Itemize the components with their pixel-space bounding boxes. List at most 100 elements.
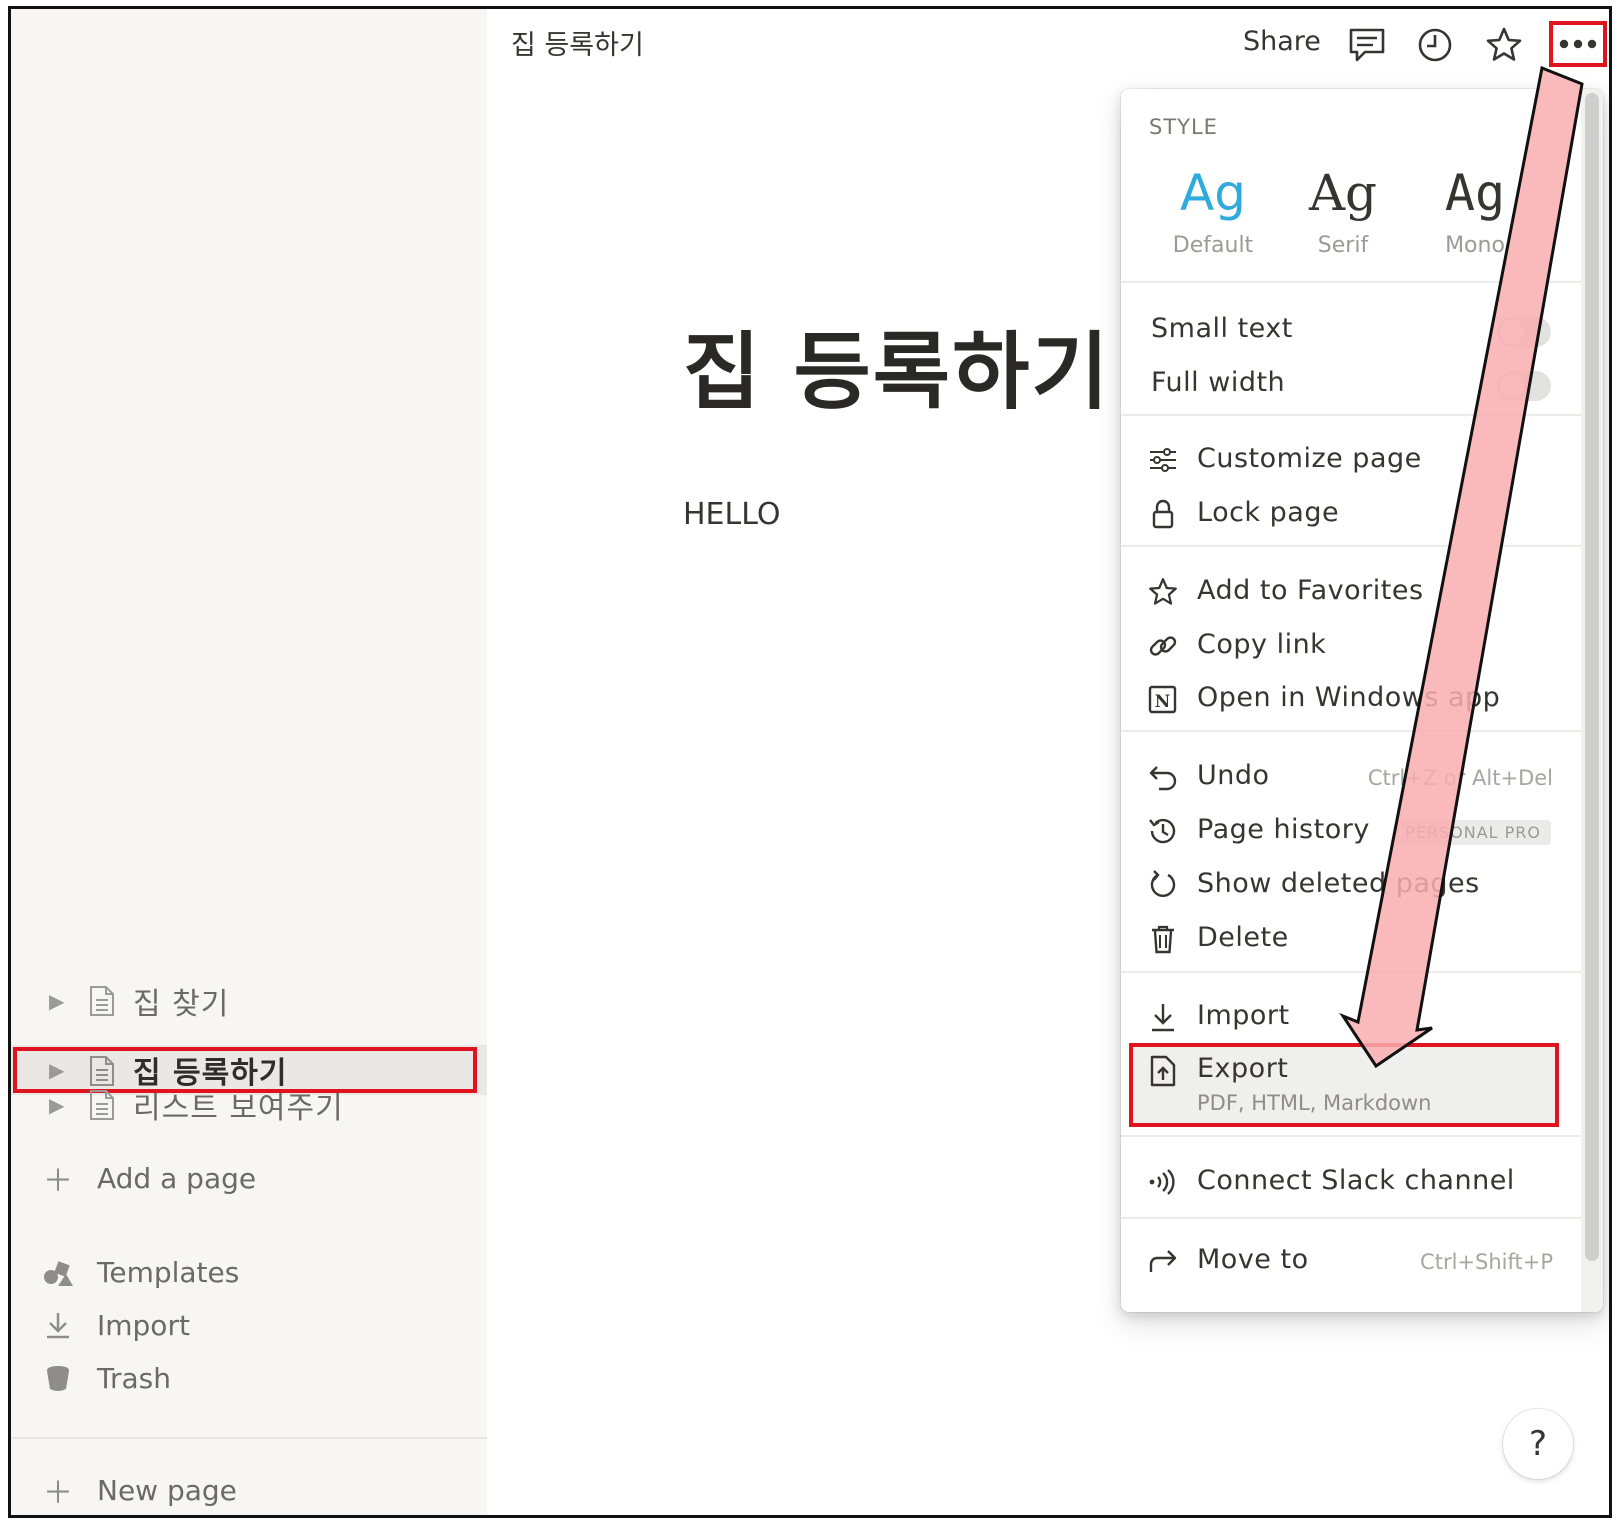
menu-divider — [1121, 414, 1581, 416]
sliders-icon — [1147, 444, 1179, 476]
move-to-label: Move to — [1197, 1244, 1309, 1275]
add-page-button[interactable]: ＋ Add a page — [41, 1155, 256, 1201]
style-name: Default — [1172, 233, 1254, 258]
undo-item[interactable]: Undo Ctrl+Z or Alt+Del — [1121, 752, 1581, 802]
sidebar-page-label: 집 찾기 — [133, 987, 230, 1022]
page-body-text[interactable]: HELLO — [683, 497, 781, 532]
share-button[interactable]: Share — [1243, 26, 1321, 57]
plus-icon: ＋ — [43, 1476, 73, 1511]
lock-page-label: Lock page — [1197, 497, 1340, 528]
move-arrow-icon — [1147, 1245, 1179, 1277]
help-button[interactable]: ? — [1503, 1409, 1573, 1479]
add-page-label: Add a page — [97, 1161, 257, 1195]
clock-icon[interactable] — [1415, 25, 1455, 65]
history-icon — [1147, 815, 1179, 847]
menu-divider — [1121, 730, 1581, 732]
undo-label: Undo — [1197, 760, 1270, 791]
show-deleted-pages-label: Show deleted pages — [1197, 868, 1480, 899]
sidebar-page-item[interactable]: ▶ 집 찾기 — [11, 975, 487, 1027]
menu-divider — [1121, 281, 1581, 283]
import-label: Import — [1197, 1000, 1290, 1031]
copy-link-item[interactable]: Copy link — [1121, 621, 1581, 671]
style-option-mono[interactable]: Ag Mono — [1415, 161, 1535, 258]
menu-divider — [1121, 971, 1581, 973]
small-text-toggle[interactable] — [1497, 317, 1551, 347]
customize-page-item[interactable]: Customize page — [1121, 435, 1581, 485]
templates-button[interactable]: Templates — [41, 1249, 239, 1295]
small-text-label: Small text — [1151, 313, 1293, 344]
full-width-label: Full width — [1151, 367, 1286, 398]
link-icon — [1147, 630, 1179, 662]
show-deleted-pages-item[interactable]: Show deleted pages — [1121, 860, 1581, 910]
page-title[interactable]: 집 등록하기 — [683, 305, 1111, 426]
star-icon — [1147, 576, 1179, 608]
breadcrumb[interactable]: 집 등록하기 — [511, 23, 644, 62]
style-name: Serif — [1317, 233, 1369, 258]
menu-divider — [1121, 1135, 1581, 1137]
trash-icon — [41, 1361, 75, 1395]
star-icon[interactable] — [1484, 25, 1524, 65]
page-doc-icon — [90, 986, 114, 1016]
style-section-label: STYLE — [1149, 115, 1218, 139]
sidebar-divider — [11, 1437, 487, 1439]
menu-scrollbar-track[interactable] — [1581, 89, 1603, 1312]
lock-page-item[interactable]: Lock page — [1121, 489, 1581, 539]
small-text-toggle-row[interactable]: Small text — [1121, 305, 1581, 355]
open-in-windows-app-label: Open in Windows app — [1197, 682, 1501, 713]
full-width-toggle-row[interactable]: Full width — [1121, 359, 1581, 409]
connect-slack-channel-label: Connect Slack channel — [1197, 1165, 1515, 1196]
move-to-shortcut: Ctrl+Shift+P — [1420, 1250, 1553, 1274]
lock-icon — [1147, 498, 1179, 530]
personal-pro-badge: PERSONAL PRO — [1395, 820, 1551, 845]
add-to-favorites-label: Add to Favorites — [1197, 575, 1424, 606]
page-doc-icon — [90, 1090, 114, 1120]
import-label: Import — [97, 1308, 190, 1342]
delete-label: Delete — [1197, 922, 1289, 953]
copy-link-label: Copy link — [1197, 629, 1327, 660]
plus-icon: ＋ — [43, 1164, 73, 1199]
restore-icon — [1147, 869, 1179, 901]
import-button[interactable]: Import — [41, 1302, 190, 1348]
comment-icon[interactable] — [1347, 25, 1387, 65]
style-option-serif[interactable]: Ag Serif — [1283, 161, 1403, 258]
download-icon — [41, 1308, 75, 1342]
connect-slack-channel-item[interactable]: Connect Slack channel — [1121, 1157, 1581, 1207]
templates-label: Templates — [97, 1255, 240, 1289]
undo-icon — [1147, 761, 1179, 793]
page-options-menu: STYLE Ag Default Ag Serif Ag Mono Small … — [1121, 89, 1603, 1312]
style-glyph: Ag — [1308, 164, 1378, 222]
more-icon — [1559, 39, 1597, 49]
export-highlight-box — [1129, 1043, 1559, 1127]
download-icon — [1147, 1001, 1179, 1033]
svg-text:N: N — [1155, 692, 1171, 712]
import-item[interactable]: Import — [1121, 992, 1581, 1042]
menu-scrollbar-thumb[interactable] — [1585, 93, 1599, 1261]
trash-label: Trash — [97, 1361, 171, 1395]
delete-item[interactable]: Delete — [1121, 914, 1581, 964]
new-page-label: New page — [97, 1473, 237, 1507]
trash-icon — [1147, 923, 1179, 955]
add-to-favorites-item[interactable]: Add to Favorites — [1121, 567, 1581, 617]
sidebar-page-item[interactable]: ▶ 리스트 보여주기 — [11, 1079, 487, 1131]
customize-page-label: Customize page — [1197, 443, 1422, 474]
expand-triangle-icon[interactable]: ▶ — [49, 1093, 64, 1117]
sidebar: ▶ 집 찾기 ▶ 집 등록하기 ▶ 리스트 보여주기 ＋ Add a page … — [11, 9, 487, 1515]
more-button[interactable] — [1549, 21, 1607, 67]
expand-triangle-icon[interactable]: ▶ — [49, 989, 64, 1013]
trash-button[interactable]: Trash — [41, 1355, 171, 1401]
full-width-toggle[interactable] — [1497, 371, 1551, 401]
broadcast-icon — [1147, 1166, 1179, 1198]
style-glyph: Ag — [1444, 164, 1506, 222]
style-option-default[interactable]: Ag Default — [1153, 161, 1273, 258]
style-name: Mono — [1445, 233, 1505, 258]
undo-shortcut: Ctrl+Z or Alt+Del — [1367, 766, 1553, 790]
style-glyph: Ag — [1180, 164, 1246, 222]
open-in-windows-app-item[interactable]: N Open in Windows app — [1121, 674, 1581, 724]
notion-logo-icon: N — [1147, 683, 1179, 715]
new-page-button[interactable]: ＋ New page — [41, 1467, 237, 1513]
page-history-item[interactable]: Page history PERSONAL PRO — [1121, 806, 1581, 856]
move-to-item[interactable]: Move to Ctrl+Shift+P — [1121, 1236, 1581, 1286]
templates-icon — [41, 1255, 75, 1289]
page-history-label: Page history — [1197, 814, 1370, 845]
window-frame: ▶ 집 찾기 ▶ 집 등록하기 ▶ 리스트 보여주기 ＋ Add a page … — [8, 6, 1612, 1518]
